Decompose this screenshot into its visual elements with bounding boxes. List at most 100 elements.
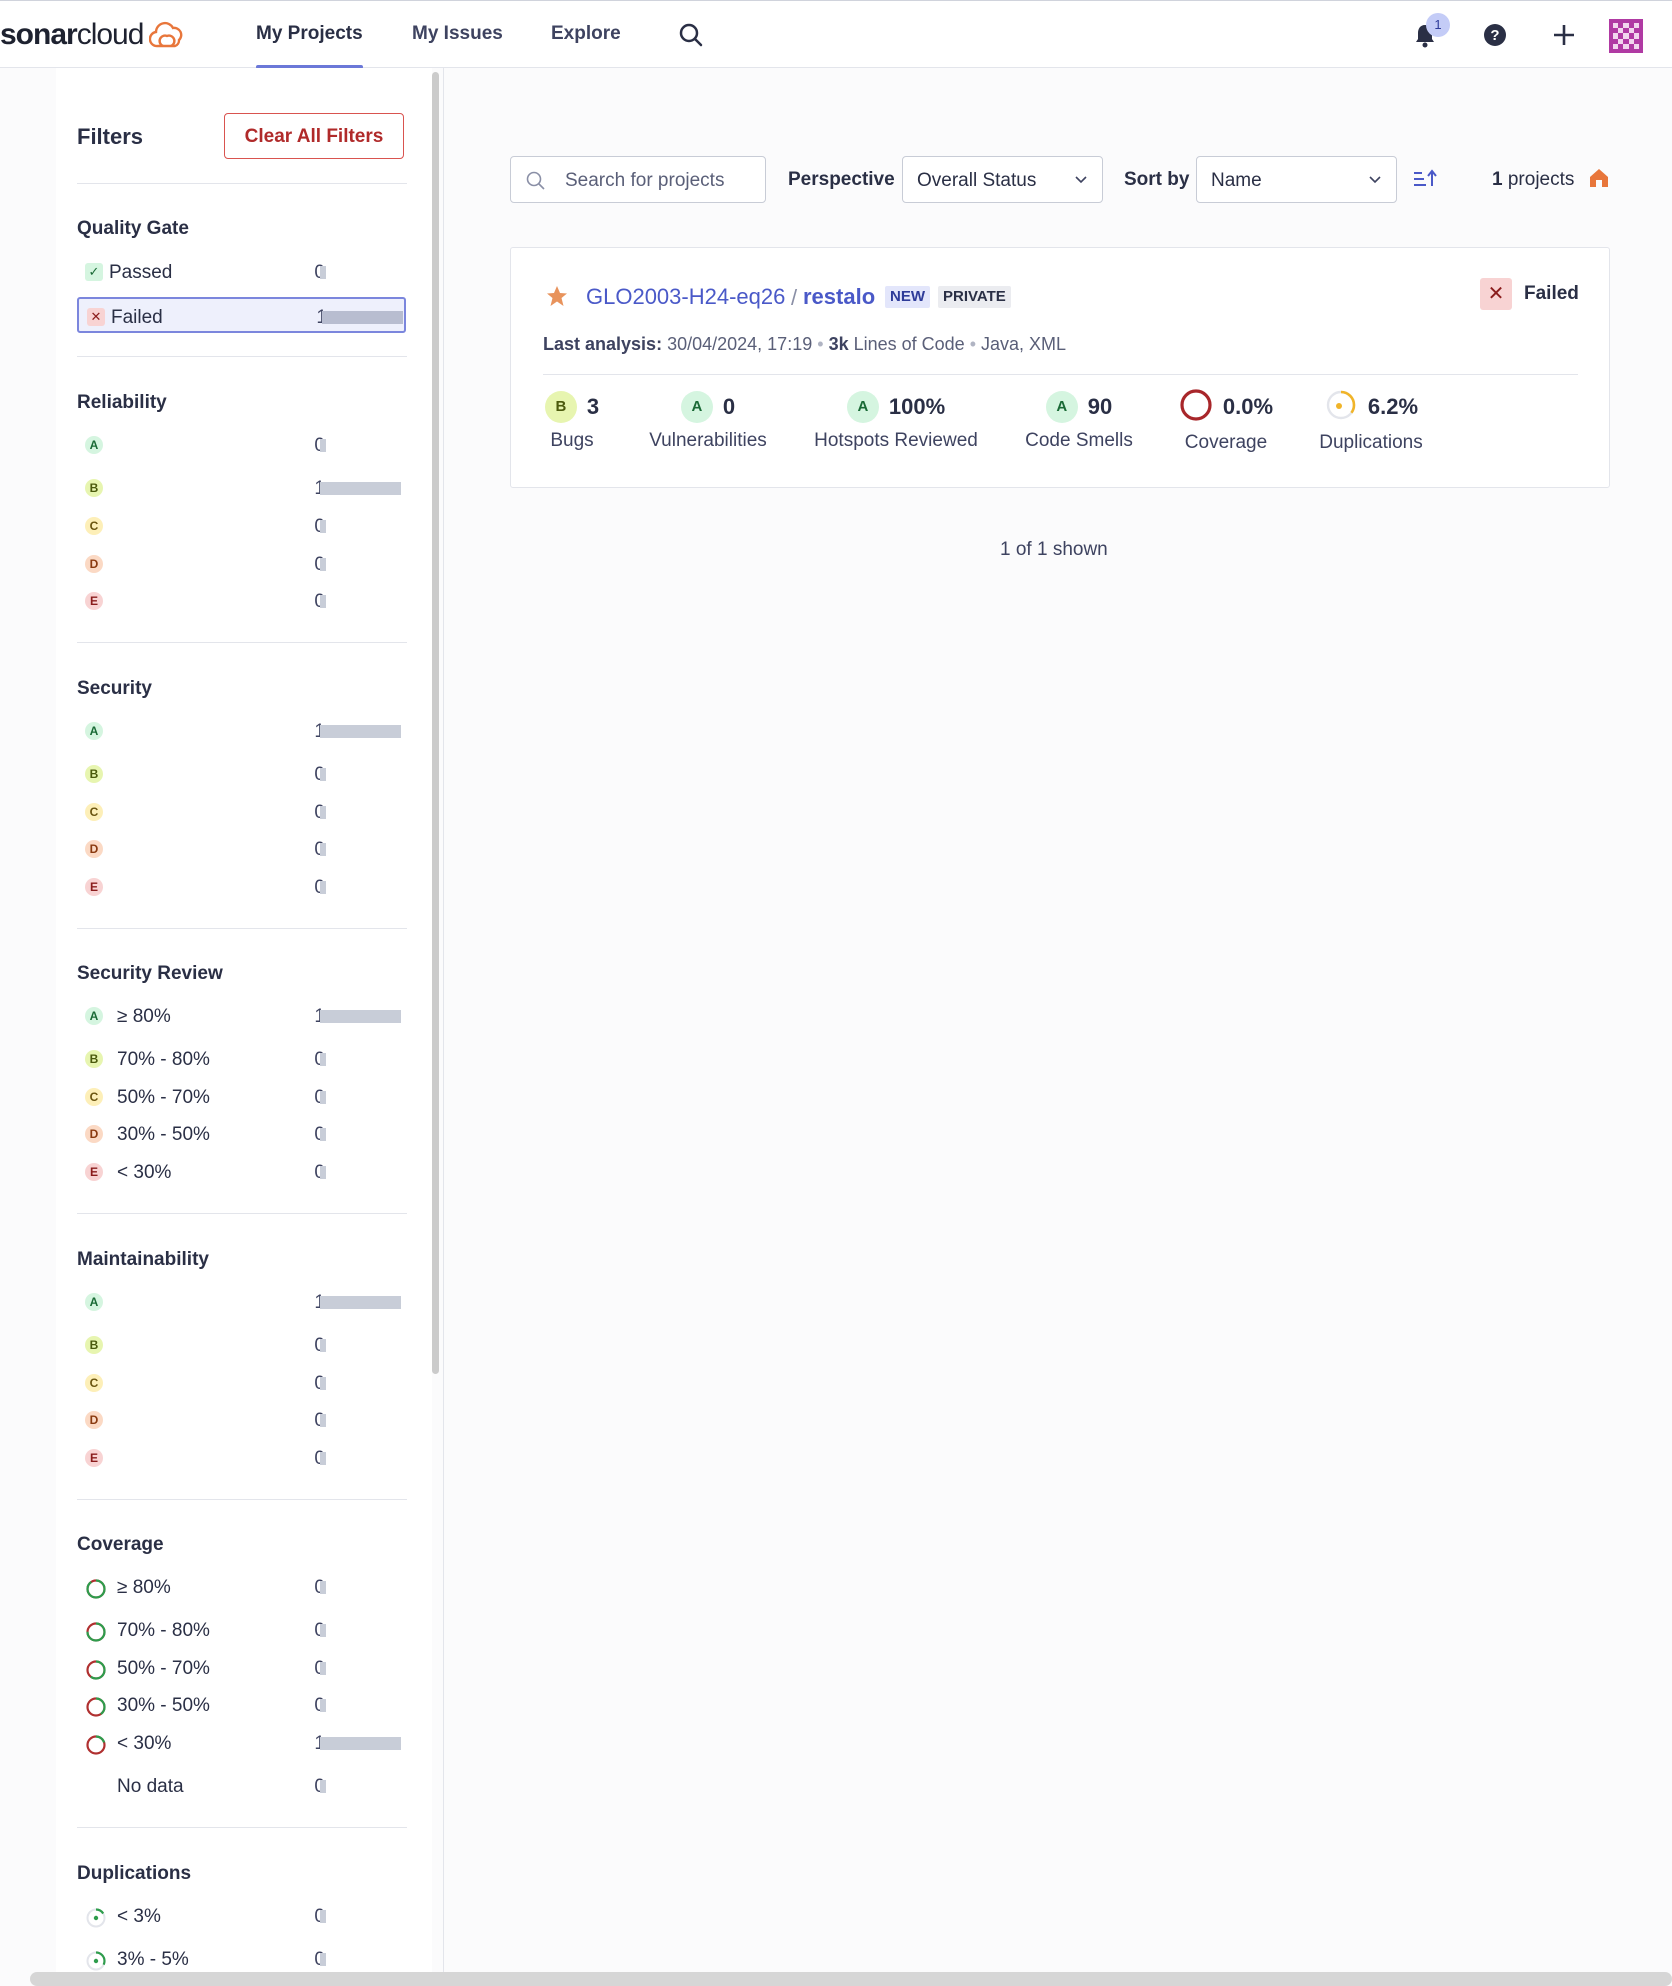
facet-reliability-d[interactable]: D0: [77, 546, 406, 582]
divider: [543, 374, 1578, 375]
reliability-title: Reliability: [77, 392, 167, 413]
facet-security-c[interactable]: C0: [77, 794, 406, 830]
close-icon: ✕: [87, 308, 105, 326]
facet-maintainability-e[interactable]: E0: [77, 1440, 406, 1476]
facet-coverage-no-data[interactable]: No data0: [77, 1768, 406, 1804]
facet-maintainability-a[interactable]: A1: [77, 1284, 406, 1320]
facet-maintainability-d[interactable]: D0: [77, 1402, 406, 1438]
rating-badge: B: [85, 1050, 103, 1068]
nav-explore-label: Explore: [551, 23, 621, 44]
facet-maintainability-b[interactable]: B0: [77, 1327, 406, 1363]
metric-value: 100%: [888, 394, 946, 419]
facet-security-a[interactable]: A1: [77, 713, 406, 749]
facet-security-review-c[interactable]: C50% - 70%0: [77, 1079, 406, 1115]
facet-bar: [320, 558, 326, 571]
facet-coverage-50-70-[interactable]: 50% - 70%0: [77, 1650, 406, 1686]
project-name-link[interactable]: restalo: [803, 284, 875, 310]
facet-coverage-30-50-[interactable]: 30% - 50%0: [77, 1687, 406, 1723]
facet-coverage-70-80-[interactable]: 70% - 80%0: [77, 1612, 406, 1648]
search-icon: [526, 171, 545, 190]
star-icon[interactable]: [546, 285, 568, 307]
facet-bar: [320, 806, 326, 819]
facet-security-b[interactable]: B0: [77, 756, 406, 792]
sort-select[interactable]: Name: [1196, 156, 1397, 203]
facet-security-review-e[interactable]: E< 30%0: [77, 1154, 406, 1190]
facet-security-e[interactable]: E0: [77, 869, 406, 905]
facet-bar: [320, 1010, 401, 1023]
facet-label: ≥ 80%: [117, 1577, 171, 1598]
facet-label: 70% - 80%: [117, 1049, 210, 1070]
nav-my-projects-label: My Projects: [256, 23, 363, 44]
nav-explore[interactable]: Explore: [551, 1, 621, 69]
rating-badge: A: [846, 391, 879, 423]
facet-coverage--80-[interactable]: ≥ 80%0: [77, 1569, 406, 1605]
user-avatar[interactable]: [1609, 19, 1643, 53]
divider: [77, 642, 407, 643]
nav-my-issues-label: My Issues: [412, 23, 503, 44]
project-organization-link[interactable]: GLO2003-H24-eq26: [586, 284, 785, 310]
home-icon[interactable]: [1588, 167, 1610, 189]
close-icon: ✕: [1480, 278, 1512, 310]
check-icon: ✓: [85, 263, 103, 281]
facet-security-review-d[interactable]: D30% - 50%0: [77, 1116, 406, 1152]
facet-bar: [320, 1414, 326, 1427]
rating-badge: A: [85, 1293, 103, 1311]
project-count: 1 projects: [1492, 169, 1574, 191]
top-navigation: sonarcloud My Projects My Issues Explore…: [0, 0, 1672, 69]
nav-my-projects[interactable]: My Projects: [256, 1, 363, 69]
facet-reliability-e[interactable]: E0: [77, 583, 406, 619]
facet-bar: [320, 1780, 326, 1793]
facet-duplications--3-[interactable]: < 3%0: [77, 1898, 406, 1934]
clear-all-filters-button[interactable]: Clear All Filters: [224, 113, 404, 159]
rating-badge: B: [544, 391, 577, 423]
project-count-text: projects: [1507, 169, 1575, 190]
search-icon[interactable]: [675, 19, 707, 51]
project-card: GLO2003-H24-eq26 / restalo NEW PRIVATE ✕…: [510, 247, 1610, 488]
facet-label: 50% - 70%: [117, 1658, 210, 1679]
facet-label: < 30%: [117, 1162, 172, 1183]
facet-security-d[interactable]: D0: [77, 831, 406, 867]
last-analysis-label: Last analysis:: [543, 334, 663, 354]
facet-bar: [320, 1339, 326, 1352]
results-shown-text: 1 of 1 shown: [1000, 539, 1108, 560]
facet-maintainability-c[interactable]: C0: [77, 1365, 406, 1401]
breadcrumb-separator: /: [791, 285, 798, 310]
facet-bar: [320, 1662, 326, 1675]
perspective-select[interactable]: Overall Status: [902, 156, 1103, 203]
facet-coverage--30-[interactable]: < 30%1: [77, 1725, 406, 1761]
facet-security-review-b[interactable]: B70% - 80%0: [77, 1041, 406, 1077]
rating-badge: D: [85, 840, 103, 858]
facet-reliability-b[interactable]: B1: [77, 470, 406, 506]
divider: [77, 183, 407, 184]
quality-gate-status: Failed: [1524, 283, 1579, 304]
metric-vulnerabilities[interactable]: A 0 Vulnerabilities: [598, 390, 818, 452]
rating-badge: C: [85, 517, 103, 535]
metric-duplications[interactable]: 6.2% Duplications: [1261, 390, 1481, 454]
sonarcloud-logo[interactable]: sonarcloud: [0, 15, 185, 55]
search-input[interactable]: [563, 167, 757, 195]
security-review-title: Security Review: [77, 963, 223, 984]
facet-reliability-c[interactable]: C0: [77, 508, 406, 544]
rating-badge: B: [85, 1336, 103, 1354]
coverage-ring-icon: [85, 1659, 107, 1686]
horizontal-scrollbar[interactable]: [30, 1972, 1672, 1986]
perspective-value: Overall Status: [917, 170, 1037, 191]
facet-bar: [320, 1452, 326, 1465]
facet-quality-gate-passed[interactable]: ✓Passed0: [77, 254, 406, 290]
sidebar-scrollbar[interactable]: [432, 72, 439, 1374]
security-title: Security: [77, 678, 152, 699]
facet-reliability-a[interactable]: A0: [77, 427, 406, 463]
plus-icon[interactable]: [1548, 19, 1580, 51]
sort-direction-icon[interactable]: [1412, 168, 1438, 190]
facet-bar: [320, 725, 401, 738]
facet-security-review-a[interactable]: A≥ 80%1: [77, 998, 406, 1034]
metric-value: 6.2%: [1367, 394, 1419, 419]
facet-quality-gate-failed[interactable]: ✕Failed1: [77, 297, 406, 333]
help-icon[interactable]: ?: [1479, 19, 1511, 51]
rating-badge: C: [85, 803, 103, 821]
nav-my-issues[interactable]: My Issues: [412, 1, 503, 69]
facet-label: Passed: [109, 262, 173, 283]
facet-bar: [320, 1091, 326, 1104]
project-search-box[interactable]: [510, 156, 766, 203]
rating-badge: B: [85, 479, 103, 497]
